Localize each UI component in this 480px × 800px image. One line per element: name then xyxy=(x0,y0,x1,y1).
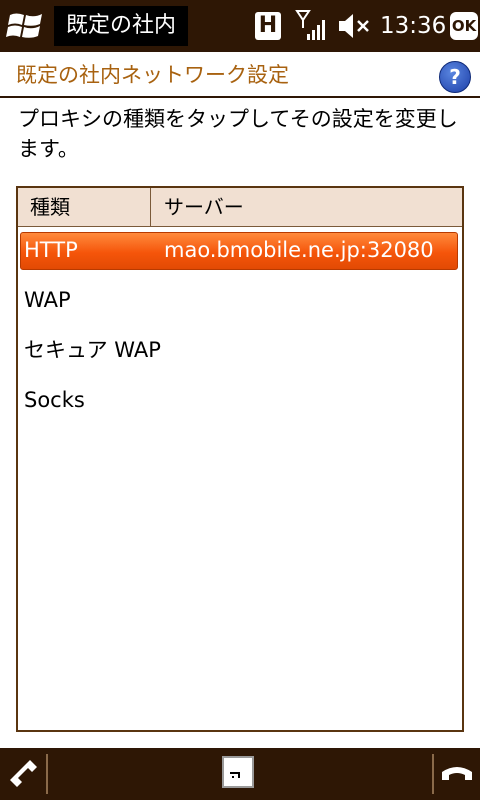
clock[interactable]: 13:36 xyxy=(380,0,446,52)
instruction-text: プロキシの種類をタップしてその設定を変更します。 xyxy=(18,107,458,161)
column-header-server[interactable]: サーバー xyxy=(152,188,452,226)
status-bar: 既定の社内 H 13:36 OK xyxy=(0,0,480,52)
proxy-type: HTTP xyxy=(24,238,78,262)
proxy-list[interactable]: 種類 サーバー HTTP mao.bmobile.ne.jp:32080 WAP… xyxy=(16,186,464,732)
start-button[interactable] xyxy=(4,8,48,44)
app-title[interactable]: 既定の社内 xyxy=(54,6,188,46)
windows-start-icon xyxy=(6,13,42,38)
softkey-bar xyxy=(0,748,480,800)
speaker-muted-icon[interactable] xyxy=(337,12,371,40)
list-item-wap[interactable]: WAP xyxy=(18,280,462,330)
proxy-type: WAP xyxy=(24,288,71,312)
ok-button[interactable]: OK xyxy=(450,12,478,40)
page-title: 既定の社内ネットワーク設定 xyxy=(16,63,289,87)
proxy-type: Socks xyxy=(24,388,85,412)
signal-icon[interactable] xyxy=(295,8,325,44)
list-item-socks[interactable]: Socks xyxy=(18,380,462,430)
column-header-type[interactable]: 種類 xyxy=(18,188,151,226)
softkey-divider xyxy=(46,754,48,794)
list-header: 種類 サーバー xyxy=(18,188,462,227)
end-call-icon[interactable] xyxy=(440,762,474,786)
help-icon[interactable]: ? xyxy=(439,61,471,93)
softkey-divider xyxy=(432,754,434,794)
proxy-type: セキュア WAP xyxy=(24,338,161,362)
call-icon[interactable] xyxy=(8,758,40,790)
list-item-http[interactable]: HTTP mao.bmobile.ne.jp:32080 xyxy=(18,230,462,280)
h-network-icon[interactable]: H xyxy=(255,12,281,40)
keyboard-icon[interactable] xyxy=(222,756,254,788)
keyboard-glyph xyxy=(230,772,240,778)
proxy-server: mao.bmobile.ne.jp:32080 xyxy=(164,238,434,262)
list-item-secure-wap[interactable]: セキュア WAP xyxy=(18,330,462,380)
page-header: 既定の社内ネットワーク設定 ? xyxy=(0,52,480,98)
